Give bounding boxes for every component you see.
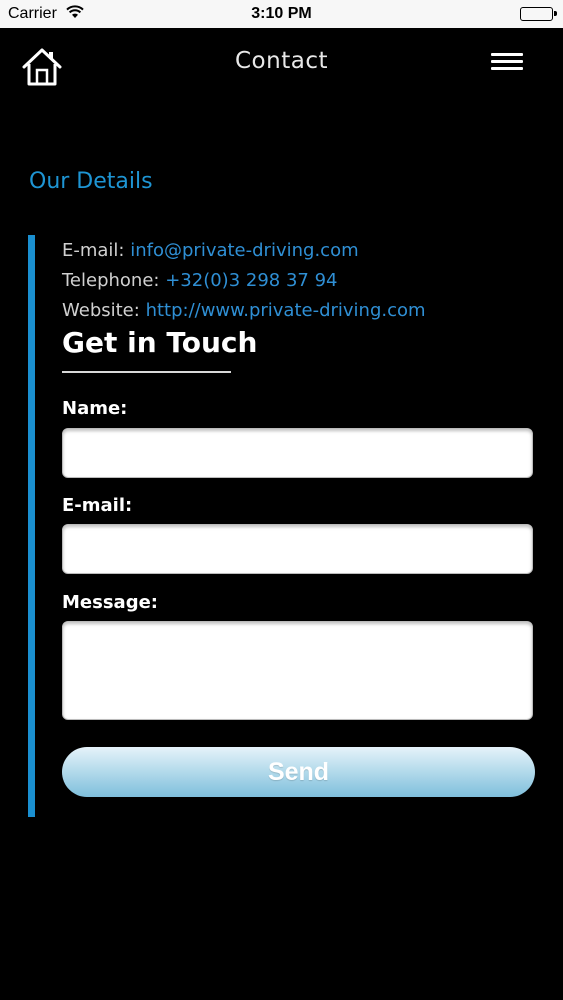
status-bar: Carrier 3:10 PM	[0, 0, 563, 28]
navigation-bar: Contact	[0, 28, 563, 98]
contact-details: E-mail: info@private-driving.com Telepho…	[62, 238, 426, 328]
website-link[interactable]: http://www.private-driving.com	[146, 300, 426, 321]
email-field[interactable]	[62, 524, 533, 574]
email-label: E-mail:	[62, 495, 133, 516]
website-detail-label: Website:	[62, 300, 140, 321]
message-label: Message:	[62, 592, 158, 613]
hamburger-menu-icon[interactable]	[491, 53, 523, 73]
get-in-touch-heading: Get in Touch	[62, 326, 258, 359]
send-button[interactable]: Send	[62, 747, 535, 797]
our-details-heading: Our Details	[29, 169, 153, 194]
message-field[interactable]	[62, 621, 533, 720]
name-field[interactable]	[62, 428, 533, 478]
page-title: Contact	[235, 48, 328, 74]
telephone-detail: Telephone: +32(0)3 298 37 94	[62, 268, 426, 298]
name-label: Name:	[62, 398, 128, 419]
email-link[interactable]: info@private-driving.com	[130, 240, 358, 261]
telephone-detail-label: Telephone:	[62, 270, 160, 291]
status-time: 3:10 PM	[251, 5, 312, 22]
battery-icon	[520, 7, 557, 21]
email-detail: E-mail: info@private-driving.com	[62, 238, 426, 268]
accent-sidebar-line	[28, 235, 35, 817]
email-detail-label: E-mail:	[62, 240, 125, 261]
telephone-link[interactable]: +32(0)3 298 37 94	[165, 270, 337, 291]
website-detail: Website: http://www.private-driving.com	[62, 298, 426, 328]
heading-underline	[62, 371, 231, 373]
